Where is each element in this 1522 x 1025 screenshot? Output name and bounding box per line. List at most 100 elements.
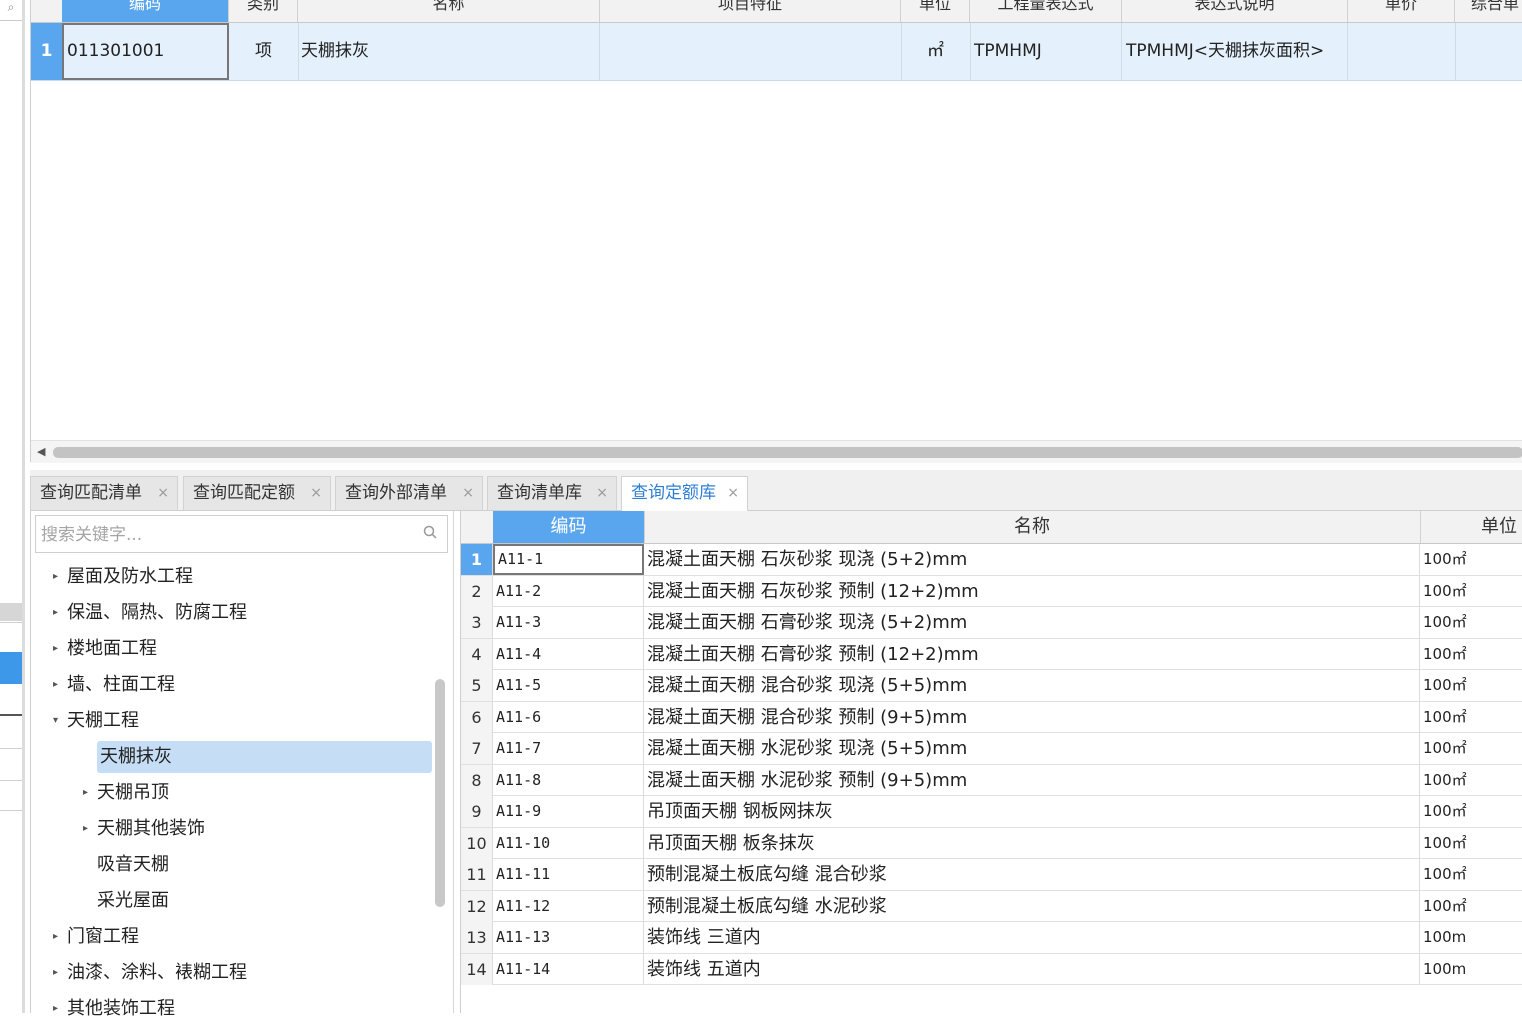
code-cell[interactable]: A11-10 — [493, 827, 644, 859]
table-row[interactable]: 5 A11-5 混凝土面天棚 混合砂浆 现浇 (5+5)mm 100㎡ — [461, 670, 1522, 702]
table-row[interactable]: 1 A11-1 混凝土面天棚 石灰砂浆 现浇 (5+2)mm 100㎡ — [461, 544, 1522, 576]
column-header-name[interactable]: 名称 — [298, 0, 600, 22]
tree-item[interactable]: ▾ 天棚工程 — [53, 705, 139, 737]
expand-arrow-icon[interactable]: ▸ — [53, 669, 67, 701]
vertical-scrollbar[interactable] — [435, 679, 445, 907]
expand-arrow-icon[interactable]: ▸ — [53, 561, 67, 593]
tree-item[interactable]: 采光屋面 — [83, 885, 169, 917]
unit-cell[interactable]: 100㎡ — [1420, 670, 1522, 701]
name-cell[interactable]: 混凝土面天棚 石灰砂浆 预制 (12+2)mm — [644, 575, 1420, 607]
row-number[interactable]: 5 — [461, 670, 493, 701]
code-cell[interactable]: A11-5 — [493, 670, 644, 701]
name-cell[interactable]: 装饰线 五道内 — [644, 953, 1420, 985]
table-row[interactable]: 14 A11-14 装饰线 五道内 100m — [461, 953, 1522, 985]
code-cell[interactable]: 011301001 — [62, 23, 229, 80]
column-header-feature[interactable]: 项目特征 — [600, 0, 901, 22]
name-cell[interactable]: 混凝土面天棚 石灰砂浆 现浇 (5+2)mm — [644, 544, 1420, 575]
name-cell[interactable]: 装饰线 三道内 — [644, 922, 1420, 953]
unit-cell[interactable]: 100㎡ — [1420, 765, 1522, 796]
close-icon[interactable]: × — [157, 477, 169, 509]
close-icon[interactable]: × — [727, 477, 739, 509]
unit-cell[interactable]: 100㎡ — [1420, 796, 1522, 827]
name-cell[interactable]: 吊顶面天棚 板条抹灰 — [644, 827, 1420, 859]
feature-cell[interactable] — [600, 23, 902, 80]
column-header-price[interactable]: 单价 — [1348, 0, 1455, 22]
code-cell[interactable]: A11-13 — [493, 922, 644, 953]
row-number[interactable]: 6 — [461, 701, 493, 733]
row-number[interactable]: 8 — [461, 764, 493, 796]
category-cell[interactable]: 项 — [229, 23, 299, 80]
name-cell[interactable]: 混凝土面天棚 石膏砂浆 预制 (12+2)mm — [644, 638, 1420, 670]
row-number[interactable]: 4 — [461, 638, 493, 670]
horizontal-scrollbar[interactable]: ◀ — [31, 440, 1522, 463]
table-row[interactable]: 2 A11-2 混凝土面天棚 石灰砂浆 预制 (12+2)mm 100㎡ — [461, 575, 1522, 607]
search-icon[interactable]: ⌕ — [0, 0, 22, 21]
code-cell[interactable]: A11-4 — [493, 638, 644, 670]
column-header-code[interactable]: 编码 — [62, 0, 229, 22]
tree-item[interactable]: ▸ 天棚其他装饰 — [83, 813, 205, 845]
name-cell[interactable]: 混凝土面天棚 水泥砂浆 预制 (9+5)mm — [644, 764, 1420, 796]
tree-item[interactable]: 吸音天棚 — [83, 849, 169, 881]
name-cell[interactable]: 混凝土面天棚 水泥砂浆 现浇 (5+5)mm — [644, 733, 1420, 764]
unit-cell[interactable]: 100㎡ — [1420, 828, 1522, 859]
code-cell[interactable]: A11-12 — [493, 890, 644, 922]
expand-arrow-icon[interactable]: ▸ — [53, 993, 67, 1025]
code-cell[interactable]: A11-8 — [493, 764, 644, 796]
search-input[interactable] — [39, 520, 413, 550]
row-number[interactable]: 11 — [461, 859, 493, 890]
search-icon[interactable] — [423, 525, 437, 539]
unit-cell[interactable]: 100㎡ — [1420, 733, 1522, 764]
tree-item[interactable]: ▸ 屋面及防水工程 — [53, 561, 193, 593]
table-row[interactable]: 8 A11-8 混凝土面天棚 水泥砂浆 预制 (9+5)mm 100㎡ — [461, 764, 1522, 796]
row-number[interactable]: 10 — [461, 827, 493, 859]
row-number[interactable]: 9 — [461, 796, 493, 827]
tree-item[interactable]: ▸ 楼地面工程 — [53, 633, 157, 665]
code-cell[interactable]: A11-11 — [493, 859, 644, 890]
unit-cell[interactable]: 100㎡ — [1420, 702, 1522, 733]
table-row[interactable]: 6 A11-6 混凝土面天棚 混合砂浆 预制 (9+5)mm 100㎡ — [461, 701, 1522, 733]
row-number[interactable]: 3 — [461, 607, 493, 638]
tree-item[interactable]: 天棚抹灰 — [83, 741, 432, 773]
unit-cell[interactable]: 100㎡ — [1420, 891, 1522, 922]
code-cell[interactable]: A11-7 — [493, 733, 644, 764]
table-row[interactable]: 12 A11-12 预制混凝土板底勾缝 水泥砂浆 100㎡ — [461, 890, 1522, 922]
table-row[interactable]: 11 A11-11 预制混凝土板底勾缝 混合砂浆 100㎡ — [461, 859, 1522, 891]
code-cell[interactable]: A11-3 — [493, 607, 644, 638]
close-icon[interactable]: × — [596, 477, 608, 509]
tree-item[interactable]: ▸ 门窗工程 — [53, 921, 139, 953]
unit-cell[interactable]: ㎡ — [901, 23, 971, 80]
table-row[interactable]: 10 A11-10 吊顶面天棚 板条抹灰 100㎡ — [461, 827, 1522, 859]
row-number[interactable]: 2 — [461, 575, 493, 607]
expression-cell[interactable]: TPMHMJ — [970, 23, 1122, 80]
row-number[interactable]: 12 — [461, 890, 493, 922]
row-number[interactable]: 13 — [461, 922, 493, 953]
name-cell[interactable]: 混凝土面天棚 混合砂浆 预制 (9+5)mm — [644, 701, 1420, 733]
table-row[interactable]: 4 A11-4 混凝土面天棚 石膏砂浆 预制 (12+2)mm 100㎡ — [461, 638, 1522, 670]
collapse-arrow-icon[interactable]: ▾ — [53, 705, 67, 737]
code-cell[interactable]: A11-1 — [493, 544, 644, 575]
expand-arrow-icon[interactable]: ▸ — [53, 597, 67, 629]
tab-bill-library[interactable]: 查询清单库 × — [487, 476, 617, 510]
row-number[interactable]: 1 — [31, 23, 63, 80]
column-header-name[interactable]: 名称 — [644, 511, 1421, 543]
code-cell[interactable]: A11-6 — [493, 701, 644, 733]
name-cell[interactable]: 预制混凝土板底勾缝 混合砂浆 — [644, 859, 1420, 890]
row-number[interactable]: 1 — [461, 544, 493, 575]
tree-item[interactable]: ▸ 墙、柱面工程 — [53, 669, 175, 701]
name-cell[interactable]: 吊顶面天棚 钢板网抹灰 — [644, 796, 1420, 827]
name-cell[interactable]: 天棚抹灰 — [298, 23, 600, 80]
column-header-expression-desc[interactable]: 表达式说明 — [1122, 0, 1348, 22]
tab-match-quota[interactable]: 查询匹配定额 × — [183, 476, 331, 510]
unit-cell[interactable]: 100㎡ — [1420, 859, 1522, 890]
table-row[interactable]: 13 A11-13 装饰线 三道内 100m — [461, 922, 1522, 954]
table-row[interactable]: 3 A11-3 混凝土面天棚 石膏砂浆 现浇 (5+2)mm 100㎡ — [461, 607, 1522, 639]
name-cell[interactable]: 混凝土面天棚 混合砂浆 现浇 (5+5)mm — [644, 670, 1420, 701]
table-row[interactable]: 9 A11-9 吊顶面天棚 钢板网抹灰 100㎡ — [461, 796, 1522, 828]
unit-cell[interactable]: 100m — [1420, 922, 1522, 953]
total-cell[interactable] — [1455, 23, 1522, 80]
tree-item[interactable]: ▸ 油漆、涂料、裱糊工程 — [53, 957, 247, 989]
column-header-code[interactable]: 编码 — [493, 511, 645, 543]
row-number[interactable]: 7 — [461, 733, 493, 764]
unit-cell[interactable]: 100㎡ — [1420, 544, 1522, 575]
unit-cell[interactable]: 100㎡ — [1420, 607, 1522, 638]
